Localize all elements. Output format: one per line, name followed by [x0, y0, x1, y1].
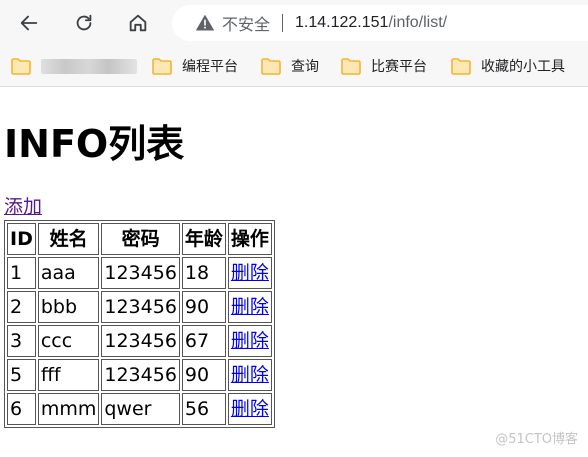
folder-icon — [261, 57, 281, 75]
cell-name: fff — [37, 359, 100, 391]
delete-link[interactable]: 删除 — [231, 398, 269, 420]
table-row: 6 mmm qwer 56 删除 — [7, 393, 272, 425]
cell-password: 123456 — [101, 257, 180, 289]
cell-action: 删除 — [227, 257, 272, 289]
cell-name: mmm — [37, 393, 100, 425]
cell-action: 删除 — [227, 359, 272, 391]
cell-age: 90 — [181, 359, 226, 391]
address-separator — [282, 14, 284, 32]
cell-age: 18 — [181, 257, 226, 289]
url-host: 1.14.122.151 — [295, 14, 389, 31]
cell-name: aaa — [37, 257, 100, 289]
cell-action: 删除 — [227, 291, 272, 323]
table-row: 1 aaa 123456 18 删除 — [7, 257, 272, 289]
redacted-bookmark-label — [41, 58, 137, 74]
url-text[interactable]: 1.14.122.151/info/list/ — [295, 14, 447, 32]
column-header-id: ID — [7, 223, 36, 255]
security-status-label[interactable]: 不安全 — [222, 11, 270, 35]
column-header-age: 年龄 — [181, 223, 226, 255]
back-button[interactable] — [12, 6, 46, 40]
cell-password: 123456 — [101, 359, 180, 391]
bookmark-label: 查询 — [291, 59, 319, 75]
cell-id: 6 — [7, 393, 36, 425]
column-header-name: 姓名 — [37, 223, 100, 255]
table-row: 2 bbb 123456 90 删除 — [7, 291, 272, 323]
bookmark-folder-3[interactable]: 比赛平台 — [341, 54, 427, 78]
table-header-row: ID 姓名 密码 年龄 操作 — [7, 223, 272, 255]
cell-id: 1 — [7, 257, 36, 289]
cell-name: ccc — [37, 325, 100, 357]
folder-icon — [341, 57, 361, 75]
cell-age: 90 — [181, 291, 226, 323]
browser-toolbar: 不安全 1.14.122.151/info/list/ — [0, 0, 588, 46]
bookmarks-bar: 编程平台 查询 比赛平台 收藏的小工具 — [0, 46, 588, 86]
warning-triangle-icon — [195, 14, 215, 31]
column-header-password: 密码 — [101, 223, 180, 255]
folder-icon — [152, 57, 172, 75]
home-button[interactable] — [121, 6, 155, 40]
address-bar[interactable]: 不安全 1.14.122.151/info/list/ — [172, 5, 588, 41]
cell-age: 56 — [181, 393, 226, 425]
reload-button[interactable] — [67, 6, 101, 40]
delete-link[interactable]: 删除 — [231, 296, 269, 318]
bookmark-folder-1[interactable]: 编程平台 — [152, 54, 238, 78]
watermark: @51CTO博客 — [495, 432, 578, 447]
bookmark-folder-4[interactable]: 收藏的小工具 — [451, 54, 565, 78]
url-path: /info/list/ — [388, 14, 448, 31]
cell-password: 123456 — [101, 325, 180, 357]
add-link[interactable]: 添加 — [4, 195, 42, 219]
page-title: INFO列表 — [4, 122, 185, 166]
cell-action: 删除 — [227, 393, 272, 425]
table-row: 3 ccc 123456 67 删除 — [7, 325, 272, 357]
back-arrow-icon — [20, 15, 38, 31]
reload-icon — [76, 14, 92, 31]
bookmark-label: 比赛平台 — [371, 59, 427, 75]
cell-id: 5 — [7, 359, 36, 391]
home-icon — [129, 14, 147, 32]
cell-password: 123456 — [101, 291, 180, 323]
delete-link[interactable]: 删除 — [231, 262, 269, 284]
chrome-divider — [0, 86, 588, 87]
cell-age: 67 — [181, 325, 226, 357]
bookmark-folder-redacted[interactable] — [11, 54, 137, 78]
bookmark-label: 收藏的小工具 — [481, 59, 565, 75]
cell-name: bbb — [37, 291, 100, 323]
folder-icon — [11, 57, 31, 75]
cell-id: 3 — [7, 325, 36, 357]
delete-link[interactable]: 删除 — [231, 364, 269, 386]
folder-icon — [451, 57, 471, 75]
bookmark-label: 编程平台 — [182, 59, 238, 75]
info-table: ID 姓名 密码 年龄 操作 1 aaa 123456 18 删除 2 bbb … — [4, 220, 275, 428]
cell-password: qwer — [101, 393, 180, 425]
delete-link[interactable]: 删除 — [231, 330, 269, 352]
cell-id: 2 — [7, 291, 36, 323]
column-header-action: 操作 — [227, 223, 272, 255]
bookmark-folder-2[interactable]: 查询 — [261, 54, 319, 78]
table-row: 5 fff 123456 90 删除 — [7, 359, 272, 391]
cell-action: 删除 — [227, 325, 272, 357]
